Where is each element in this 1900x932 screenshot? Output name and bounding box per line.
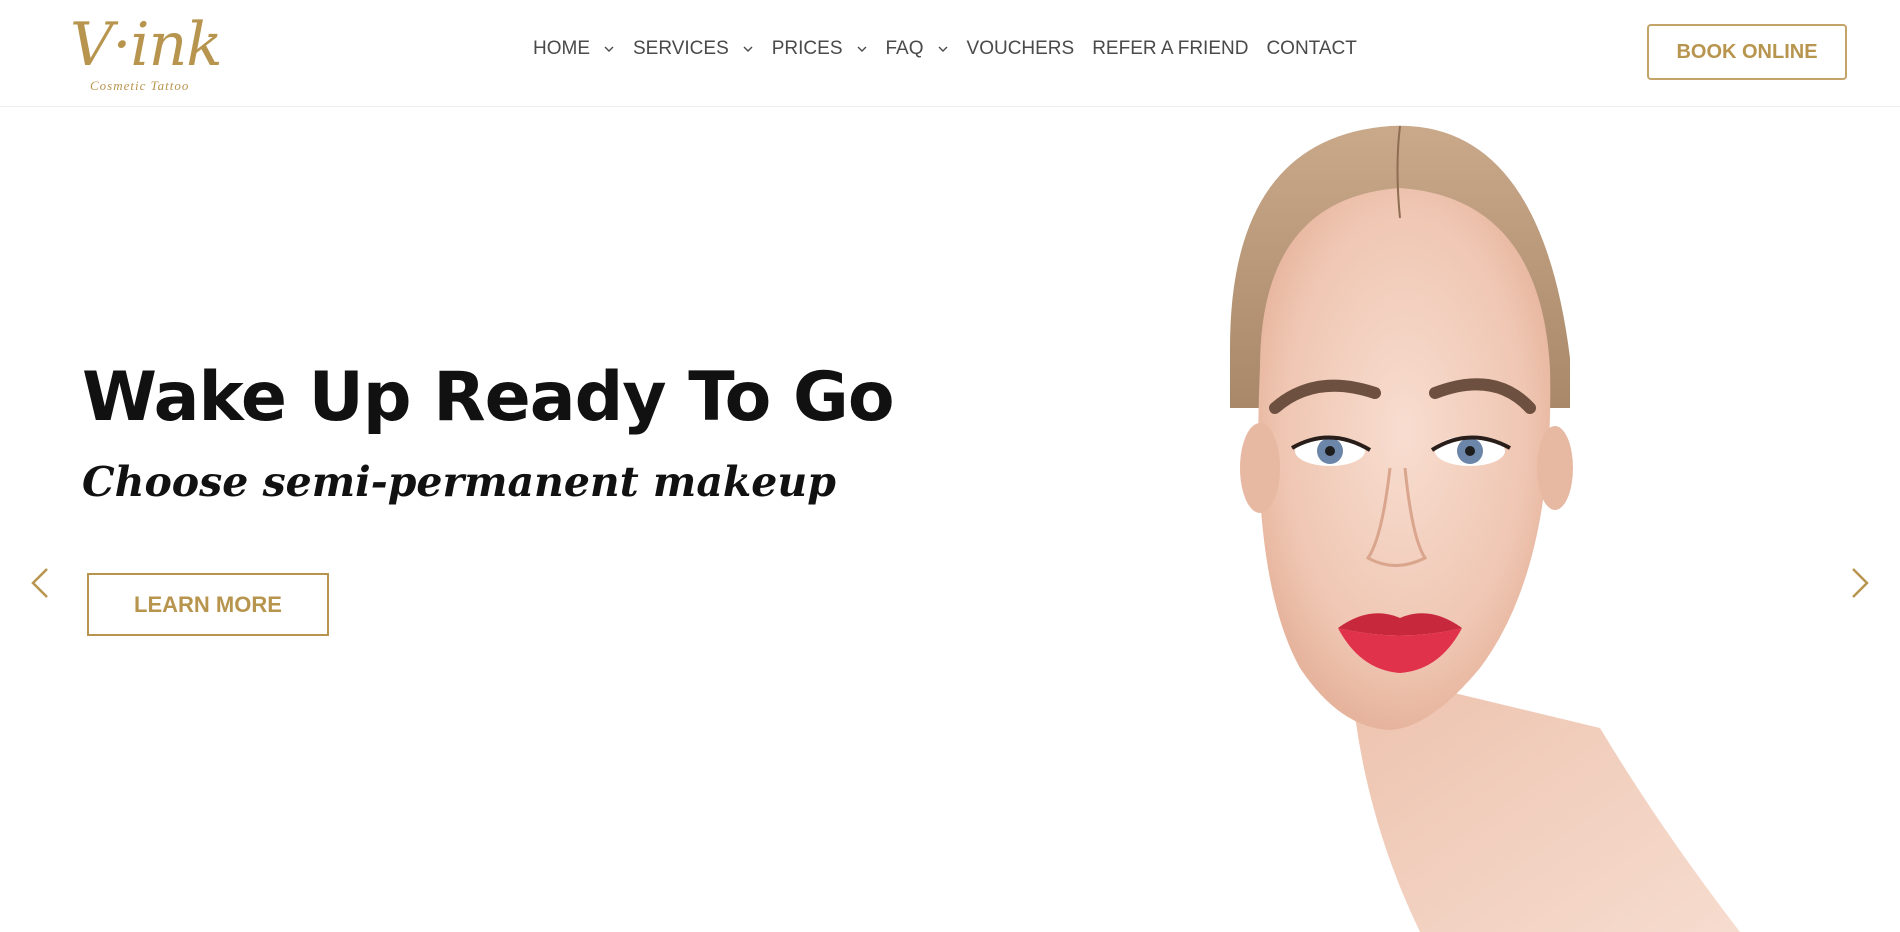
nav-item-label: CONTACT xyxy=(1266,38,1357,59)
nav-item-prices[interactable]: PRICES xyxy=(772,38,868,60)
chevron-left-icon[interactable] xyxy=(25,563,55,603)
learn-more-button[interactable]: LEARN MORE xyxy=(87,573,329,636)
nav-item-label: HOME xyxy=(533,38,590,59)
nav-item-contact[interactable]: CONTACT xyxy=(1266,38,1356,60)
logo[interactable]: V·ink Cosmetic Tattoo xyxy=(70,10,235,94)
nav-item-services[interactable]: SERVICES xyxy=(633,38,754,60)
nav-item-label: FAQ xyxy=(885,38,924,59)
chevron-down-icon xyxy=(856,43,868,55)
chevron-down-icon xyxy=(603,43,615,55)
nav-item-faq[interactable]: FAQ xyxy=(886,38,949,60)
nav-item-label: VOUCHERS xyxy=(966,38,1075,59)
nav-item-refer-a-friend[interactable]: REFER A FRIEND xyxy=(1092,38,1248,60)
hero-slider: Wake Up Ready To Go Choose semi-permanen… xyxy=(0,108,1900,932)
logo-wordmark: V·ink xyxy=(70,10,223,80)
main-nav: HOME SERVICES PRICES FAQ VOUCHERS REFER … xyxy=(533,38,1375,60)
nav-item-home[interactable]: HOME xyxy=(533,38,615,60)
nav-item-vouchers[interactable]: VOUCHERS xyxy=(967,38,1075,60)
nav-item-label: REFER A FRIEND xyxy=(1092,38,1249,59)
nav-item-label: SERVICES xyxy=(633,38,729,59)
hero-subheadline: Choose semi-permanent makeup xyxy=(82,458,836,506)
chevron-down-icon xyxy=(937,43,949,55)
hero-headline: Wake Up Ready To Go xyxy=(82,358,895,437)
portrait-image xyxy=(1230,125,1740,932)
book-online-button[interactable]: BOOK ONLINE xyxy=(1647,24,1847,80)
logo-tagline: Cosmetic Tattoo xyxy=(90,78,190,93)
chevron-right-icon[interactable] xyxy=(1845,563,1875,603)
nav-item-label: PRICES xyxy=(771,38,843,59)
chevron-down-icon xyxy=(742,43,754,55)
site-header: V·ink Cosmetic Tattoo HOME SERVICES PRIC… xyxy=(0,0,1900,107)
